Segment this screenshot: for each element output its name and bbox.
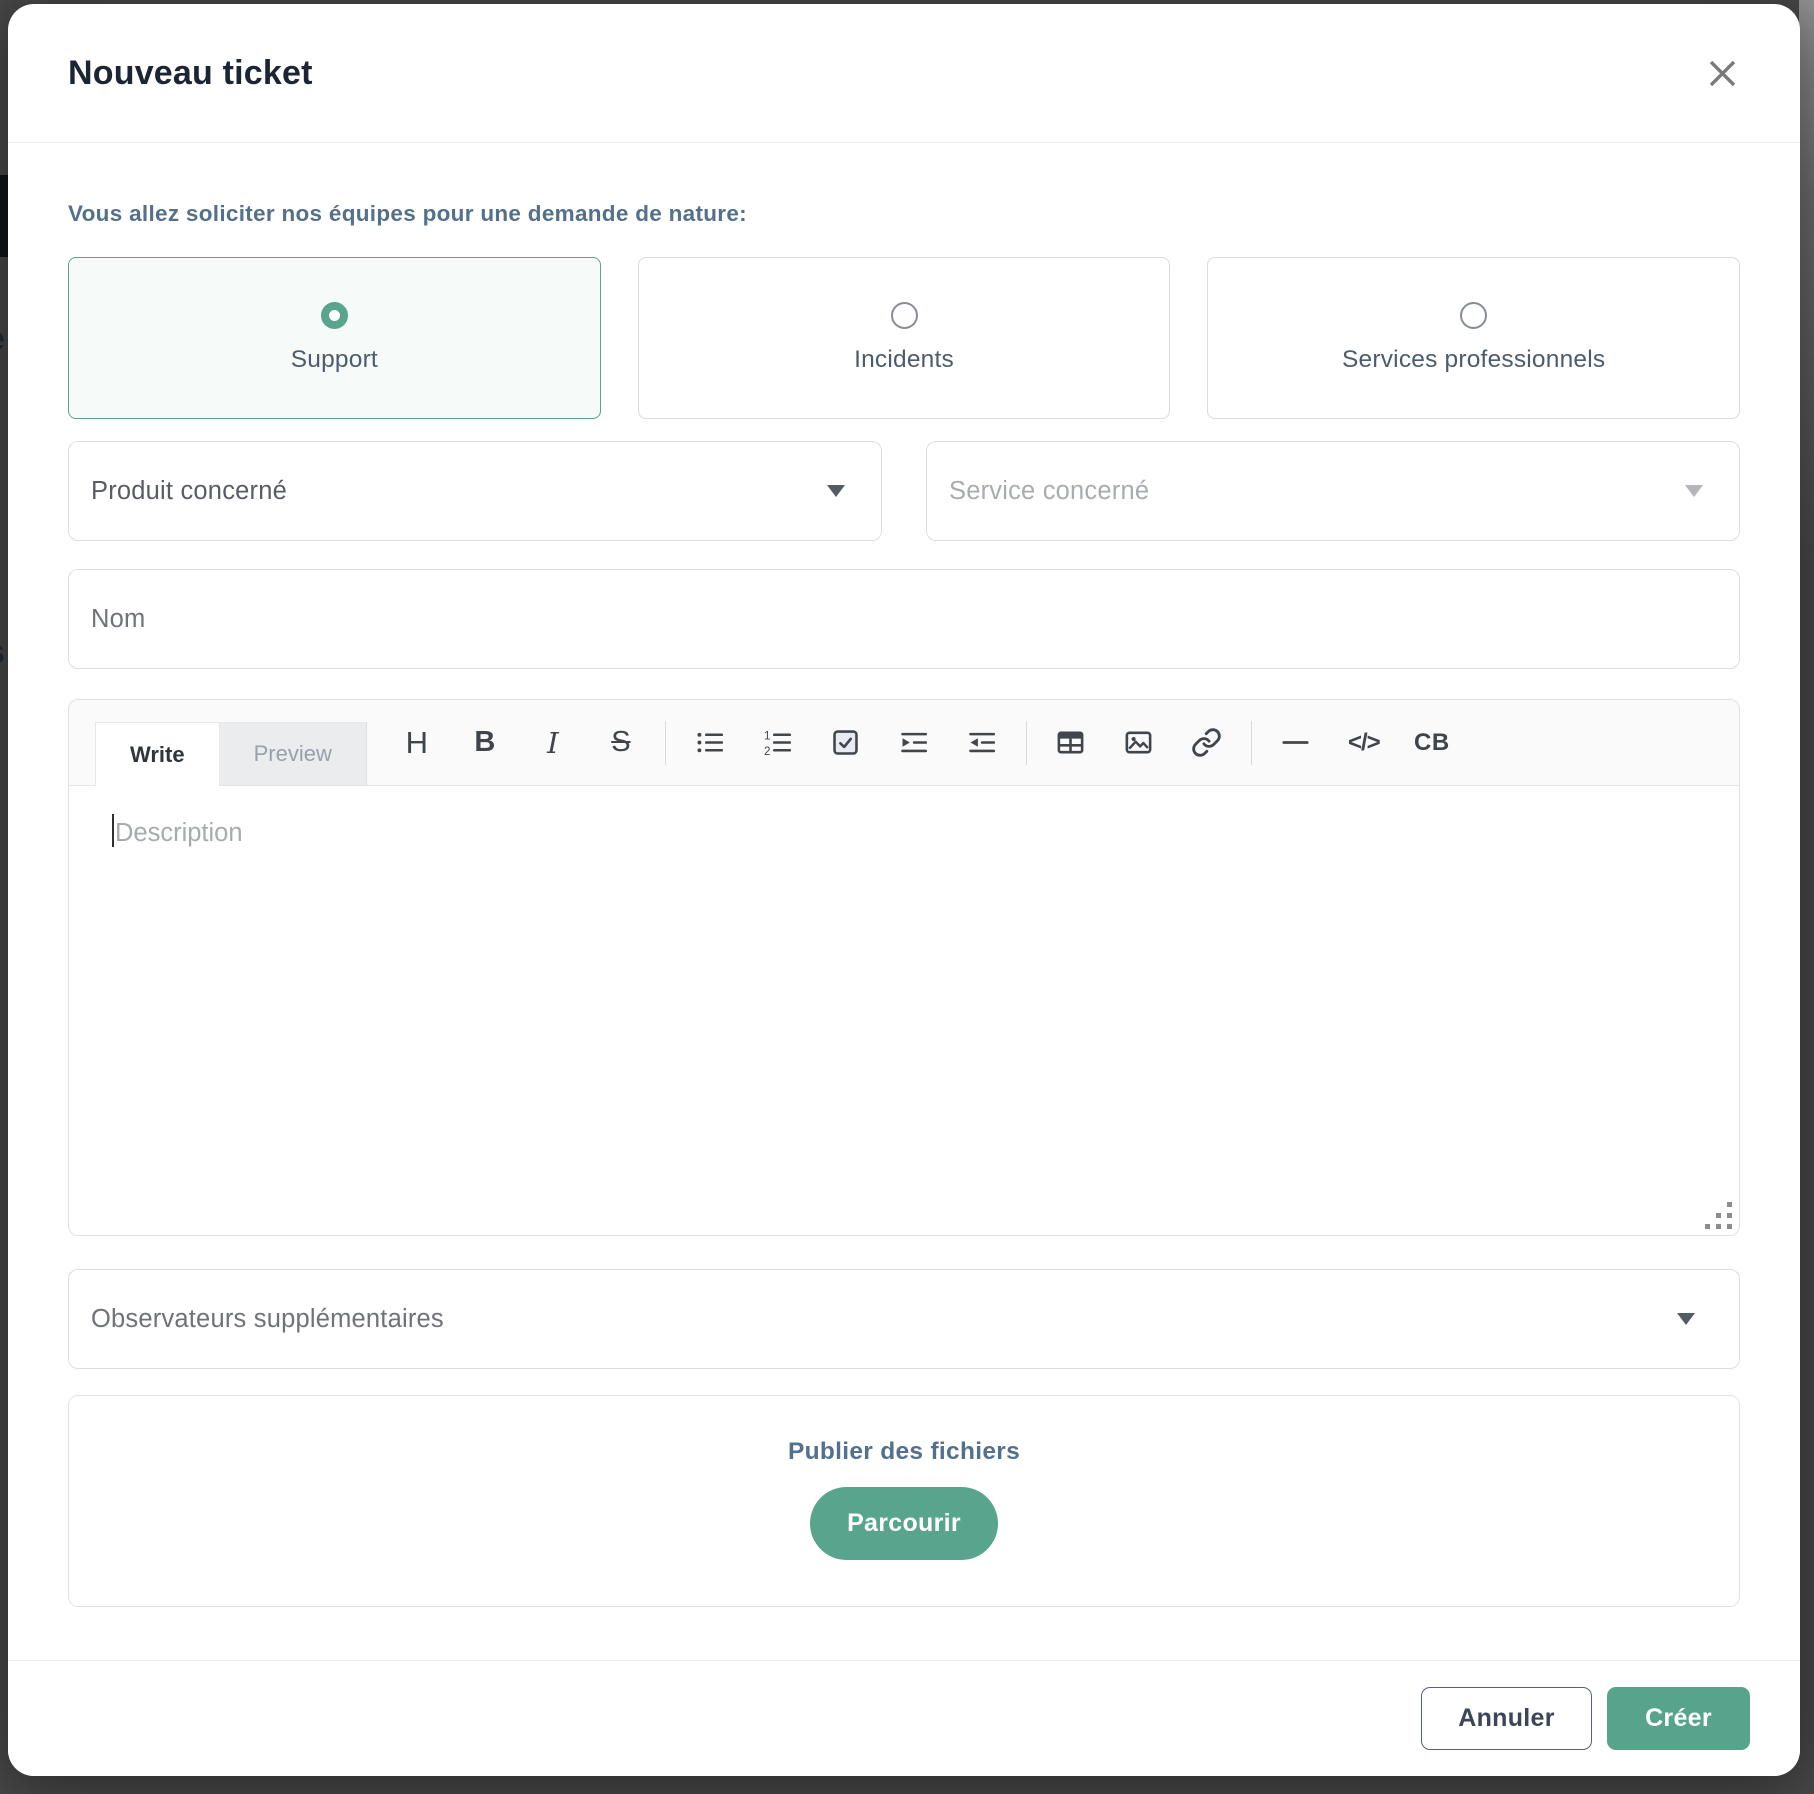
name-input-placeholder: Nom — [91, 605, 145, 634]
radio-unchecked-icon — [891, 302, 918, 329]
browse-button[interactable]: Parcourir — [810, 1487, 998, 1560]
nature-option-support[interactable]: Support — [68, 257, 601, 419]
nature-option-label: Incidents — [854, 346, 954, 374]
nature-option-label: Support — [291, 346, 378, 374]
horizontal-rule-icon[interactable] — [1273, 720, 1319, 766]
backdrop-letter-fragment: e — [0, 320, 5, 359]
image-icon[interactable] — [1116, 720, 1162, 766]
toolbar-separator — [1026, 721, 1027, 765]
modal-header: Nouveau ticket — [8, 4, 1800, 143]
indent-icon[interactable] — [891, 720, 937, 766]
markdown-editor: Write Preview H B I S — [68, 699, 1740, 1236]
editor-tabs: Write Preview — [95, 722, 367, 786]
file-upload-area[interactable]: Publier des fichiers Parcourir — [68, 1395, 1740, 1607]
strikethrough-icon[interactable]: S — [598, 720, 644, 766]
tab-write[interactable]: Write — [95, 722, 220, 786]
close-icon[interactable] — [1700, 51, 1744, 95]
editor-toolbar: Write Preview H B I S — [69, 700, 1739, 786]
backdrop-letter-fragment: s — [0, 633, 5, 672]
toolbar-separator — [1251, 721, 1252, 765]
tab-preview[interactable]: Preview — [220, 722, 367, 786]
modal-title: Nouveau ticket — [68, 54, 313, 93]
description-textarea[interactable]: Description — [69, 786, 1739, 1236]
toolbar-separator — [665, 721, 666, 765]
new-ticket-modal: Nouveau ticket Vous allez soliciter nos … — [8, 4, 1800, 1776]
nature-prompt: Vous allez soliciter nos équipes pour un… — [68, 201, 1740, 227]
resize-grip[interactable] — [1704, 1201, 1732, 1229]
observers-select[interactable]: Observateurs supplémentaires — [68, 1269, 1740, 1369]
heading-icon[interactable]: H — [394, 720, 440, 766]
chevron-down-icon — [827, 485, 845, 497]
nature-option-incidents[interactable]: Incidents — [638, 257, 1171, 419]
chevron-down-icon — [1677, 1313, 1695, 1325]
nature-options: Support Incidents Services professionnel… — [68, 257, 1740, 419]
product-select-value: Produit concerné — [91, 477, 287, 506]
cancel-button[interactable]: Annuler — [1421, 1687, 1592, 1750]
checklist-icon[interactable] — [823, 720, 869, 766]
select-row: Produit concerné Service concerné — [68, 441, 1740, 541]
toolbar-icons: H B I S 1 — [383, 720, 1466, 766]
create-button[interactable]: Créer — [1607, 1687, 1750, 1750]
service-select[interactable]: Service concerné — [926, 441, 1740, 541]
name-input[interactable]: Nom — [68, 569, 1740, 669]
service-select-placeholder: Service concerné — [949, 477, 1149, 506]
table-icon[interactable] — [1048, 720, 1094, 766]
observers-select-placeholder: Observateurs supplémentaires — [91, 1305, 444, 1334]
chevron-down-icon — [1685, 485, 1703, 497]
product-select[interactable]: Produit concerné — [68, 441, 882, 541]
code-icon[interactable]: </> — [1341, 720, 1387, 766]
upload-label: Publier des fichiers — [788, 1438, 1020, 1466]
backdrop-text-fragment — [0, 175, 8, 257]
svg-text:1: 1 — [764, 729, 770, 742]
ordered-list-icon[interactable]: 1 2 — [755, 720, 801, 766]
bold-icon[interactable]: B — [462, 720, 508, 766]
radio-unchecked-icon — [1460, 302, 1487, 329]
link-icon[interactable] — [1184, 720, 1230, 766]
modal-footer: Annuler Créer — [8, 1660, 1800, 1776]
nature-option-label: Services professionnels — [1342, 346, 1605, 374]
nature-option-services-professionnels[interactable]: Services professionnels — [1207, 257, 1740, 419]
backdrop-edge — [1799, 0, 1814, 560]
description-placeholder: Description — [115, 819, 243, 847]
radio-checked-icon — [321, 302, 348, 329]
unordered-list-icon[interactable] — [687, 720, 733, 766]
code-block-icon[interactable]: CB — [1409, 720, 1455, 766]
italic-icon[interactable]: I — [530, 720, 576, 766]
modal-body: Vous allez soliciter nos équipes pour un… — [8, 201, 1800, 1607]
outdent-icon[interactable] — [959, 720, 1005, 766]
text-cursor — [112, 814, 114, 847]
svg-text:2: 2 — [764, 745, 770, 758]
